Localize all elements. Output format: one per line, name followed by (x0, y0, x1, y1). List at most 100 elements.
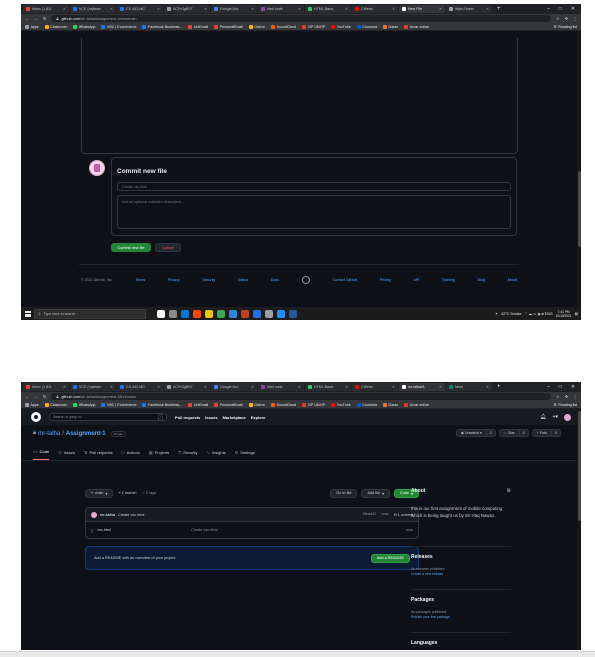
close-icon[interactable]: ✕ (439, 385, 442, 389)
close-icon[interactable]: ✕ (110, 385, 113, 389)
github-logo-icon[interactable] (31, 412, 41, 422)
weather-icon[interactable]: ☀ (495, 312, 498, 316)
close-icon[interactable]: ✕ (204, 7, 207, 11)
star-icon[interactable]: ☆ (556, 394, 560, 399)
go-to-file-button[interactable]: Go to file (330, 488, 358, 498)
puzzle-icon[interactable]: ✣ (565, 394, 568, 399)
notifications-icon[interactable]: ▤ (575, 312, 578, 316)
scrollbar[interactable] (577, 409, 581, 650)
footer-link-api[interactable]: API (414, 278, 420, 282)
nav-explore[interactable]: Explore (251, 415, 266, 420)
close-icon[interactable]: ✕ (110, 7, 113, 11)
url-input[interactable]: 🔒︎ github.com/mr-talha/Assignment-1/tree… (51, 393, 552, 400)
file-name[interactable]: vsc.html (97, 528, 187, 532)
file-commit-message[interactable]: Create vsc.html (191, 528, 402, 532)
bookmark[interactable]: SoundCloud (271, 402, 296, 407)
bookmark[interactable]: Classroom (44, 24, 67, 29)
forward-icon[interactable]: → (34, 16, 38, 21)
close-icon[interactable]: ✕ (251, 385, 254, 389)
bookmark[interactable]: YouTube (331, 402, 351, 407)
scrollbar[interactable] (577, 31, 581, 307)
bookmark[interactable]: WhatsApp (73, 402, 95, 407)
plus-icon[interactable]: +▾ (553, 414, 558, 420)
close-icon[interactable]: ✕ (63, 385, 66, 389)
browser-tab[interactable]: HTML Basic ✕ (305, 383, 351, 391)
close-icon[interactable]: ✕ (439, 7, 442, 11)
new-tab-icon[interactable]: + (493, 384, 505, 390)
cortana-icon[interactable] (157, 309, 165, 318)
avatar[interactable] (91, 511, 97, 518)
close-icon[interactable]: ✕ (298, 385, 301, 389)
puzzle-icon[interactable]: ✣ (565, 16, 568, 21)
branches-link[interactable]: ⑂ 1 branch (118, 491, 136, 495)
bookmark[interactable]: Gdrive (248, 24, 265, 29)
task-view-icon[interactable] (169, 309, 177, 318)
back-icon[interactable]: ← (25, 16, 29, 21)
nav-issues[interactable]: Issues (205, 415, 217, 420)
bookmark[interactable]: Coursera (356, 24, 377, 29)
close-icon[interactable]: ✕ (486, 7, 489, 11)
bookmark[interactable]: Facebook Business... (142, 402, 182, 407)
footer-link-about[interactable]: About (507, 278, 516, 282)
branch-select-button[interactable]: ⑂ main ▾ (85, 488, 114, 498)
bookmark[interactable]: VBC | Ecommerce (101, 402, 136, 407)
table-row[interactable]: ▯ vsc.html Create vsc.html now (86, 522, 418, 538)
file-editor[interactable] (81, 38, 518, 154)
browser-tab[interactable]: https://meet ✕ (446, 5, 492, 13)
scrollbar-thumb[interactable] (577, 171, 581, 247)
tags-link[interactable]: ⌂ 0 tags (143, 491, 157, 495)
nav-pull-requests[interactable]: Pull requests (175, 415, 200, 420)
nav-marketplace[interactable]: Marketplace (223, 415, 246, 420)
browser-tab[interactable]: ACFrOgB07 ✕ (164, 5, 210, 13)
menu-icon[interactable]: ⋮ (573, 16, 577, 21)
footer-link-pricing[interactable]: Pricing (380, 278, 391, 282)
avatar[interactable] (564, 413, 571, 421)
packages-heading[interactable]: Packages (411, 597, 511, 603)
browser-tab[interactable]: Google Acc ✕ (211, 5, 257, 13)
github-search-input[interactable]: Search or jump to... / (49, 413, 167, 421)
close-icon[interactable]: ✕ (345, 385, 348, 389)
scrollbar-thumb[interactable] (577, 411, 581, 521)
close-icon[interactable]: ✕ (392, 385, 395, 389)
github-logo-icon[interactable] (301, 275, 310, 284)
office-icon[interactable] (241, 309, 249, 318)
browser-tab[interactable]: CWebo ✕ (352, 383, 398, 391)
commit-message[interactable]: Create vsc.html (118, 513, 144, 517)
reload-icon[interactable]: ↻ (43, 16, 46, 21)
close-window-icon[interactable]: ✕ (571, 6, 575, 12)
fork-button[interactable]: ⑂ Fork 0 (531, 429, 561, 437)
tab-settings[interactable]: ⚙ Settings (235, 449, 255, 460)
bookmark[interactable]: PersonalEmail (214, 24, 243, 29)
browser-tab[interactable]: html code ✕ (258, 383, 304, 391)
tab-actions[interactable]: ▷ Actions (122, 449, 140, 460)
reading-list[interactable]: ☰ Reading list (553, 25, 577, 29)
file-explorer-icon[interactable] (205, 309, 213, 318)
url-input[interactable]: 🔒︎ github.com/mr-talha/Assignment-1/new/… (51, 15, 552, 22)
bookmark[interactable]: Umar online (404, 402, 429, 407)
browser-tab[interactable]: Google Acc ✕ (211, 383, 257, 391)
footer-link-terms[interactable]: Terms (135, 278, 145, 282)
footer-link-status[interactable]: Status (238, 278, 248, 282)
browser-tab[interactable]: Inbox (1,811 ✕ (23, 383, 69, 391)
close-icon[interactable]: ✕ (251, 7, 254, 11)
commit-summary-input[interactable]: Create vsc.html (117, 182, 511, 191)
browser-tab[interactable]: CS-443-MC ✕ (117, 5, 163, 13)
close-icon[interactable]: ✕ (157, 385, 160, 389)
bookmark[interactable]: ZIP UNZIP (302, 402, 325, 407)
footer-link-training[interactable]: Training (442, 278, 455, 282)
browser-tab[interactable]: Meet ✕ (446, 383, 492, 391)
cancel-button[interactable]: Cancel (155, 243, 181, 252)
browser-tab[interactable]: ACFrOgB07 ✕ (164, 383, 210, 391)
tab-insights[interactable]: ∿ Insights (207, 449, 226, 460)
menu-icon[interactable]: ⋮ (573, 394, 577, 399)
close-window-icon[interactable]: ✕ (571, 384, 575, 390)
new-tab-icon[interactable]: + (493, 6, 505, 12)
weather-text[interactable]: 32°C Smoke (501, 312, 521, 316)
create-release-link[interactable]: Create a new release (411, 572, 511, 577)
taskbar-search-input[interactable]: ⚲ Type here to search (34, 308, 146, 319)
tray-icons[interactable]: ⌃ ☁ ▭ ◉ 🕪︎ ENG (524, 312, 552, 316)
close-icon[interactable]: ✕ (298, 7, 301, 11)
taskbar-clock[interactable]: 7:41 PM 10/10/2021 (556, 310, 572, 318)
bookmark[interactable]: YouTube (331, 24, 351, 29)
close-icon[interactable]: ✕ (486, 385, 489, 389)
